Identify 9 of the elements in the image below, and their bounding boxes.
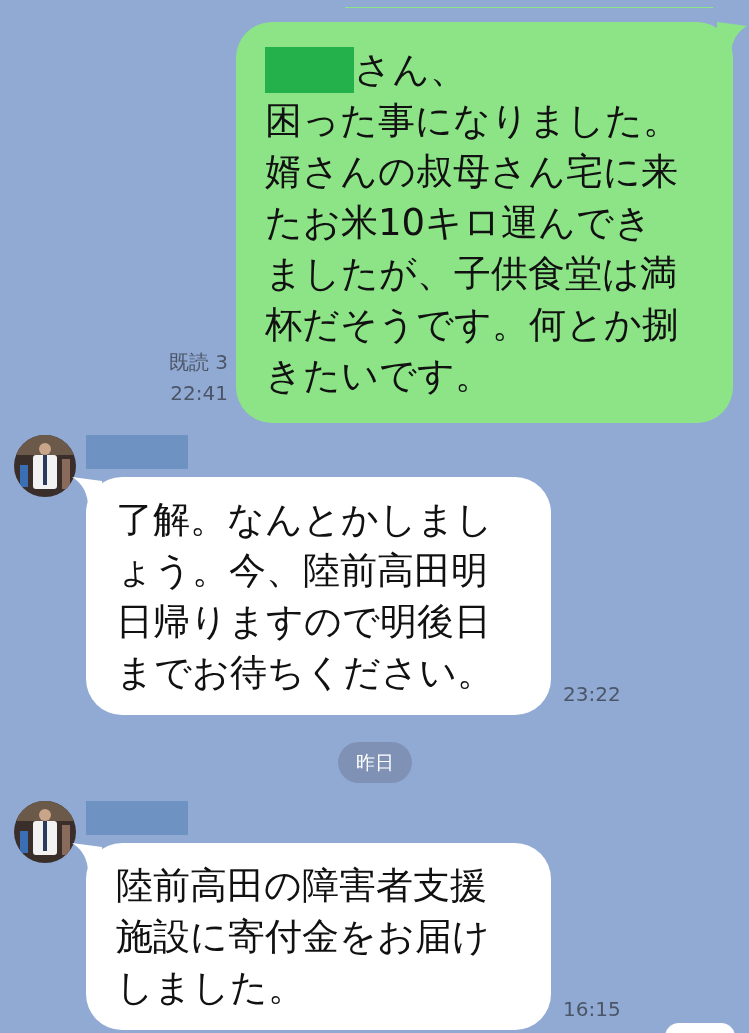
read-receipt: 既読 3 bbox=[168, 349, 228, 376]
message-text: 了解。なんとかしましょう。今、陸前高田明日帰りますので明後日までお待ちください。 bbox=[116, 497, 495, 696]
message-text: さん、 bbox=[354, 47, 467, 93]
message-text: 困った事になりました。婿さんの叔母さん宅に来たお米10キロ運んできましたが、子供食堂は満杯だそうです。何とか捌きたいです。 bbox=[265, 98, 681, 399]
message-time: 22:41 bbox=[170, 380, 228, 407]
message-time: 23:22 bbox=[563, 681, 621, 708]
date-separator: 昨日 bbox=[337, 742, 412, 783]
message-text: 陸前高田の障害者支援施設に寄付金をお届けしました。 bbox=[116, 862, 491, 1011]
message-time: 16:15 bbox=[563, 995, 621, 1023]
